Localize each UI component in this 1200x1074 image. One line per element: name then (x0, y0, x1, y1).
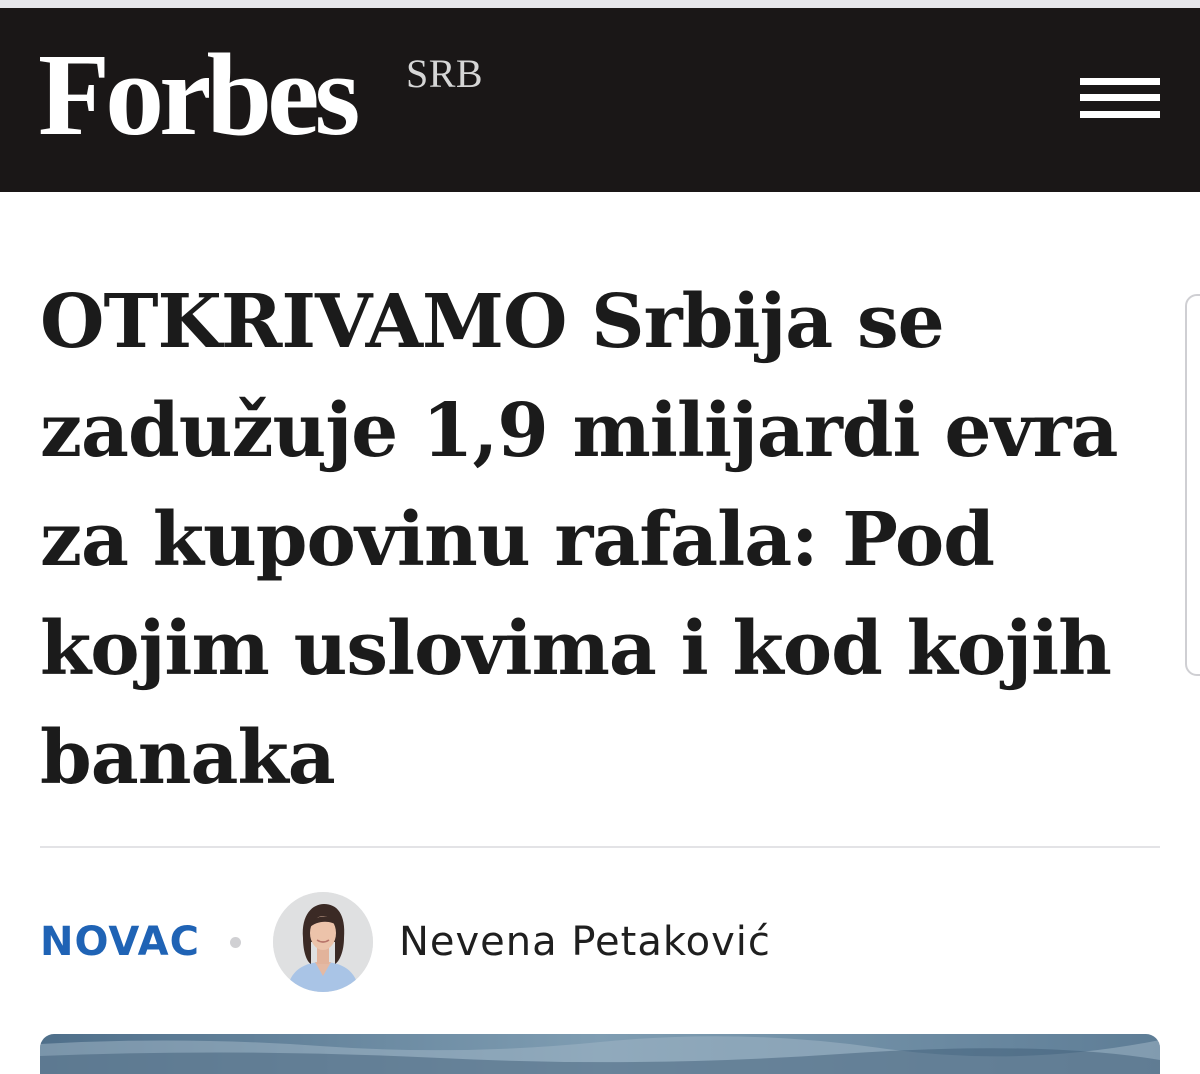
author-name-link[interactable]: Nevena Petaković (399, 919, 771, 965)
divider (40, 846, 1160, 848)
article-headline: OTKRIVAMO Srbija se zadužuje 1,9 milijar… (40, 279, 1118, 801)
hamburger-menu-icon[interactable] (1076, 74, 1162, 124)
author-photo (272, 892, 373, 992)
edition-label: SRB (406, 51, 484, 96)
separator-dot (229, 936, 241, 948)
menu-bar (1080, 94, 1160, 101)
hero-image-graphic (40, 1034, 1160, 1074)
scroll-indicator (1185, 294, 1200, 676)
menu-bar (1080, 78, 1160, 85)
category-link[interactable]: NOVAC (40, 919, 200, 965)
hero-image (40, 1034, 1160, 1074)
browser-top-strip (0, 0, 1200, 8)
article-meta: NOVAC Nevena Petaković (40, 890, 771, 994)
author-avatar[interactable] (272, 892, 373, 992)
site-header: Forbes SRB (0, 8, 1200, 192)
menu-bar (1080, 111, 1160, 118)
forbes-logo[interactable]: Forbes (38, 36, 360, 154)
